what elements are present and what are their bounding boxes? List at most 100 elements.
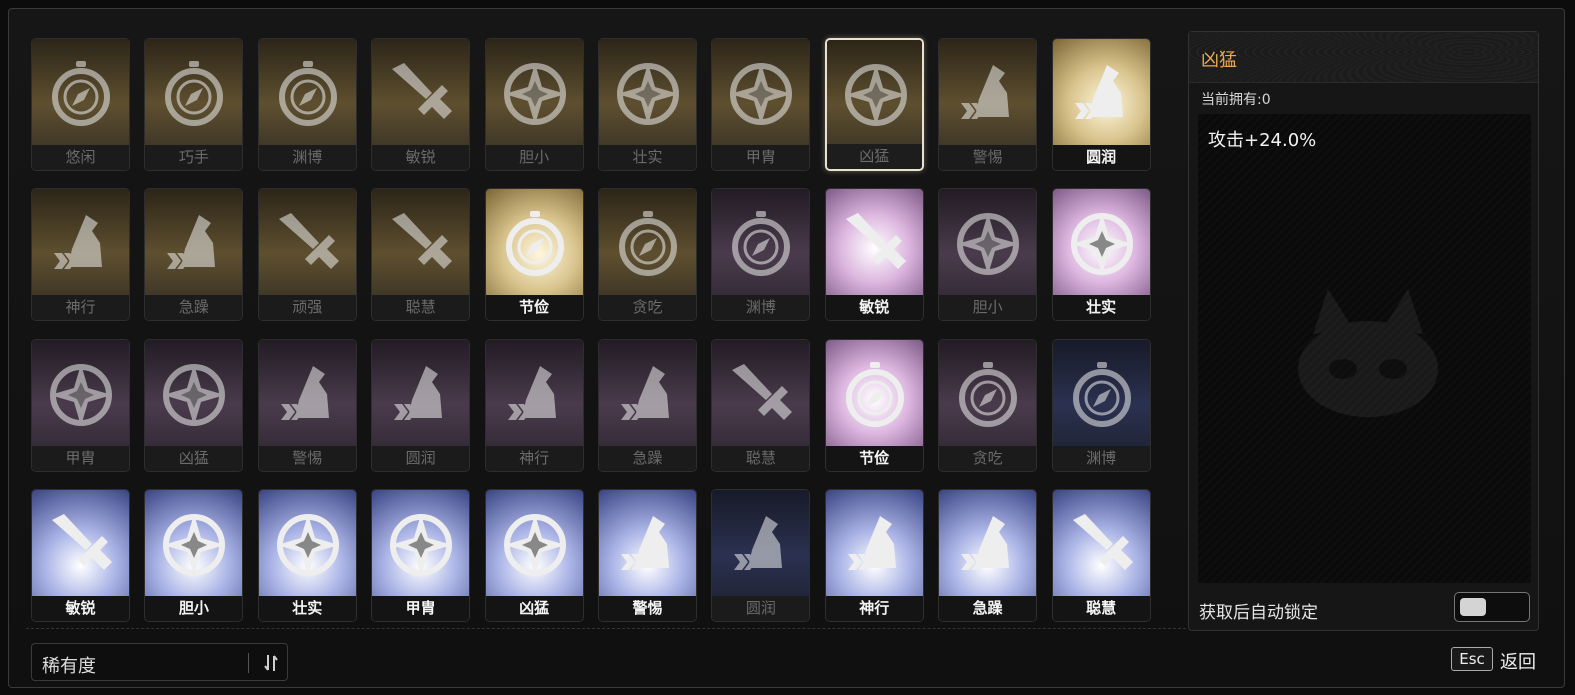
sword-icon [386,59,456,129]
card-label: 敏锐 [825,295,923,321]
trait-card[interactable]: 渊博 [711,188,811,322]
trait-card[interactable]: 胆小 [144,488,244,622]
card-label: 顽强 [258,295,356,321]
trait-card[interactable]: 神行 [31,188,130,322]
sword-icon [46,510,116,580]
card-label: 警惕 [599,595,696,621]
trait-card[interactable]: 敏锐 [371,38,471,171]
card-label: 悠闲 [32,145,129,170]
trait-card[interactable]: 悠闲 [31,38,130,171]
trait-card[interactable]: 急躁 [598,338,697,472]
trait-card[interactable]: 凶猛 [824,38,924,171]
boot-icon [613,510,683,580]
card-label: 圆润 [372,445,470,471]
trait-card[interactable]: 壮实 [1051,188,1151,322]
esc-key-badge[interactable]: Esc [1451,647,1493,671]
trait-card[interactable]: 甲胄 [31,338,130,472]
trait-card[interactable]: 急躁 [144,188,244,322]
trait-card[interactable]: 贪吃 [598,188,697,322]
card-label: 急躁 [145,295,243,321]
star-shield-icon [273,510,343,580]
back-button[interactable]: 返回 [1500,648,1536,674]
trait-card[interactable]: 圆润 [371,338,471,472]
trait-card[interactable]: 警惕 [938,38,1038,171]
trait-card[interactable]: 胆小 [938,188,1038,322]
description-box: 攻击+24.0% [1198,114,1531,583]
star-shield-icon [726,59,796,129]
card-label: 甲胄 [32,445,129,471]
effect-text: 攻击+24.0% [1208,130,1317,151]
trait-card[interactable]: 渊博 [257,38,357,171]
card-label: 圆润 [1052,145,1150,170]
star-shield-icon [613,59,683,129]
star-shield-icon [1067,209,1137,279]
trait-card[interactable]: 甲胄 [711,38,811,171]
card-label: 壮实 [1052,295,1150,321]
trait-card[interactable]: 聪慧 [371,188,471,322]
auto-lock-toggle[interactable] [1454,592,1530,622]
star-shield-icon [386,510,456,580]
star-shield-icon [500,510,570,580]
sort-arrows-icon[interactable] [260,652,282,674]
sword-icon [1067,510,1137,580]
sword-icon [273,209,343,279]
card-label: 凶猛 [826,144,922,169]
trait-card[interactable]: 巧手 [144,38,244,171]
trait-card[interactable]: 警惕 [257,338,357,472]
detail-title: 凶猛 [1201,50,1237,71]
trait-card[interactable]: 凶猛 [484,488,584,622]
trait-card[interactable]: 圆润 [711,488,811,622]
trait-card[interactable]: 警惕 [598,488,697,622]
trait-card[interactable]: 聪慧 [711,338,811,472]
card-label: 渊博 [258,145,356,170]
compass-icon [840,360,910,430]
card-label: 甲胄 [712,145,810,170]
card-label: 凶猛 [145,445,243,471]
trait-card[interactable]: 节俭 [824,338,924,472]
trait-card[interactable]: 圆润 [1051,38,1151,171]
trait-card[interactable]: 顽强 [257,188,357,322]
card-label: 甲胄 [372,595,470,621]
card-label: 渊博 [712,295,810,321]
trait-card[interactable]: 节俭 [484,188,584,322]
trait-card[interactable]: 聪慧 [1051,488,1151,622]
card-label: 渊博 [1052,445,1150,471]
card-label: 巧手 [145,145,243,170]
trait-card[interactable]: 敏锐 [31,488,130,622]
trait-card[interactable]: 甲胄 [371,488,471,622]
sword-icon [386,209,456,279]
trait-card[interactable]: 贪吃 [938,338,1038,472]
boot-icon [953,510,1023,580]
auto-lock-label: 获取后自动锁定 [1199,603,1318,623]
boot-icon [159,209,229,279]
card-label: 聪慧 [712,445,810,471]
boot-icon [726,510,796,580]
detail-panel: 凶猛 当前拥有:0 攻击+24.0% 获取后自动锁定 [1188,31,1539,631]
trait-card[interactable]: 神行 [824,488,924,622]
card-label: 胆小 [939,295,1037,321]
trait-card[interactable]: 急躁 [938,488,1038,622]
card-label: 敏锐 [372,145,470,170]
card-label: 壮实 [599,145,696,170]
boot-icon [613,360,683,430]
boot-icon [46,209,116,279]
trait-card[interactable]: 渊博 [1051,338,1151,472]
card-label: 急躁 [939,595,1037,621]
card-label: 贪吃 [939,445,1037,471]
compass-icon [726,209,796,279]
card-label: 聪慧 [372,295,470,321]
compass-icon [953,360,1023,430]
sort-dropdown[interactable]: 稀有度 [31,643,288,681]
card-label: 节俭 [485,295,583,321]
trait-card[interactable]: 壮实 [257,488,357,622]
trait-card[interactable]: 胆小 [484,38,584,171]
card-label: 节俭 [825,445,923,471]
card-label: 神行 [825,595,923,621]
compass-icon [273,59,343,129]
boot-icon [500,360,570,430]
card-label: 胆小 [485,145,583,170]
trait-card[interactable]: 凶猛 [144,338,244,472]
trait-card[interactable]: 敏锐 [824,188,924,322]
trait-card[interactable]: 壮实 [598,38,697,171]
trait-card[interactable]: 神行 [484,338,584,472]
